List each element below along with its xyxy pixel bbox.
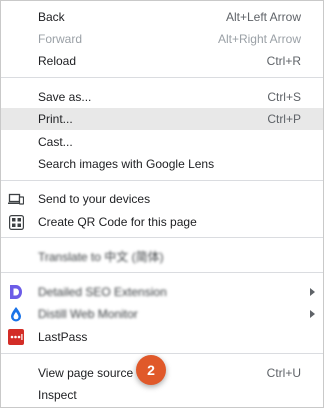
submenu-arrow-icon <box>310 288 315 296</box>
separator <box>1 237 323 238</box>
menu-item-lastpass[interactable]: LastPass <box>1 326 323 348</box>
laptop-phone-icon <box>8 191 24 207</box>
send-devices-label: Send to your devices <box>38 192 151 206</box>
print-shortcut: Ctrl+P <box>267 112 301 126</box>
menu-item-inspect[interactable]: Inspect <box>1 384 323 406</box>
step-number-badge: 2 <box>136 355 166 385</box>
menu-item-forward: Forward Alt+Right Arrow <box>1 28 323 50</box>
menu-item-back[interactable]: Back Alt+Left Arrow <box>1 6 323 28</box>
forward-label: Forward <box>38 32 83 46</box>
extension-seo-label: Detailed SEO Extension <box>38 285 167 299</box>
view-source-label: View page source <box>38 366 134 380</box>
separator <box>1 353 323 354</box>
qr-code-icon <box>8 214 24 230</box>
view-source-shortcut: Ctrl+U <box>266 366 301 380</box>
lastpass-label: LastPass <box>38 330 88 344</box>
menu-item-reload[interactable]: Reload Ctrl+R <box>1 50 323 72</box>
menu-item-translate[interactable]: Translate to 中文 (简体) <box>1 245 323 267</box>
menu-item-create-qr[interactable]: Create QR Code for this page <box>1 211 323 233</box>
menu-item-print[interactable]: Print... Ctrl+P <box>1 108 323 130</box>
menu-item-extension-distill[interactable]: Distill Web Monitor <box>1 303 323 325</box>
menu-item-send-to-devices[interactable]: Send to your devices <box>1 188 323 210</box>
qr-code-label: Create QR Code for this page <box>38 215 197 229</box>
separator <box>1 272 323 273</box>
submenu-arrow-icon <box>310 310 315 318</box>
menu-item-google-lens[interactable]: Search images with Google Lens <box>1 153 323 175</box>
reload-label: Reload <box>38 54 77 68</box>
inspect-label: Inspect <box>38 388 77 402</box>
cast-label: Cast... <box>38 135 73 149</box>
forward-shortcut: Alt+Right Arrow <box>217 32 301 46</box>
extension-distill-label: Distill Web Monitor <box>38 307 138 321</box>
drop-icon <box>8 306 24 322</box>
back-label: Back <box>38 10 65 24</box>
google-lens-label: Search images with Google Lens <box>38 157 215 171</box>
translate-label: Translate to 中文 (简体) <box>38 249 164 264</box>
save-as-shortcut: Ctrl+S <box>267 90 301 104</box>
d-logo-icon <box>8 284 24 300</box>
save-as-label: Save as... <box>38 90 92 104</box>
print-label: Print... <box>38 112 73 126</box>
reload-shortcut: Ctrl+R <box>266 54 301 68</box>
menu-item-save-as[interactable]: Save as... Ctrl+S <box>1 86 323 108</box>
context-menu: Back Alt+Left Arrow Forward Alt+Right Ar… <box>0 0 324 408</box>
menu-item-extension-seo[interactable]: Detailed SEO Extension <box>1 281 323 303</box>
back-shortcut: Alt+Left Arrow <box>225 10 301 24</box>
menu-item-cast[interactable]: Cast... <box>1 131 323 153</box>
lastpass-icon <box>8 329 24 345</box>
separator <box>1 180 323 181</box>
separator <box>1 77 323 78</box>
